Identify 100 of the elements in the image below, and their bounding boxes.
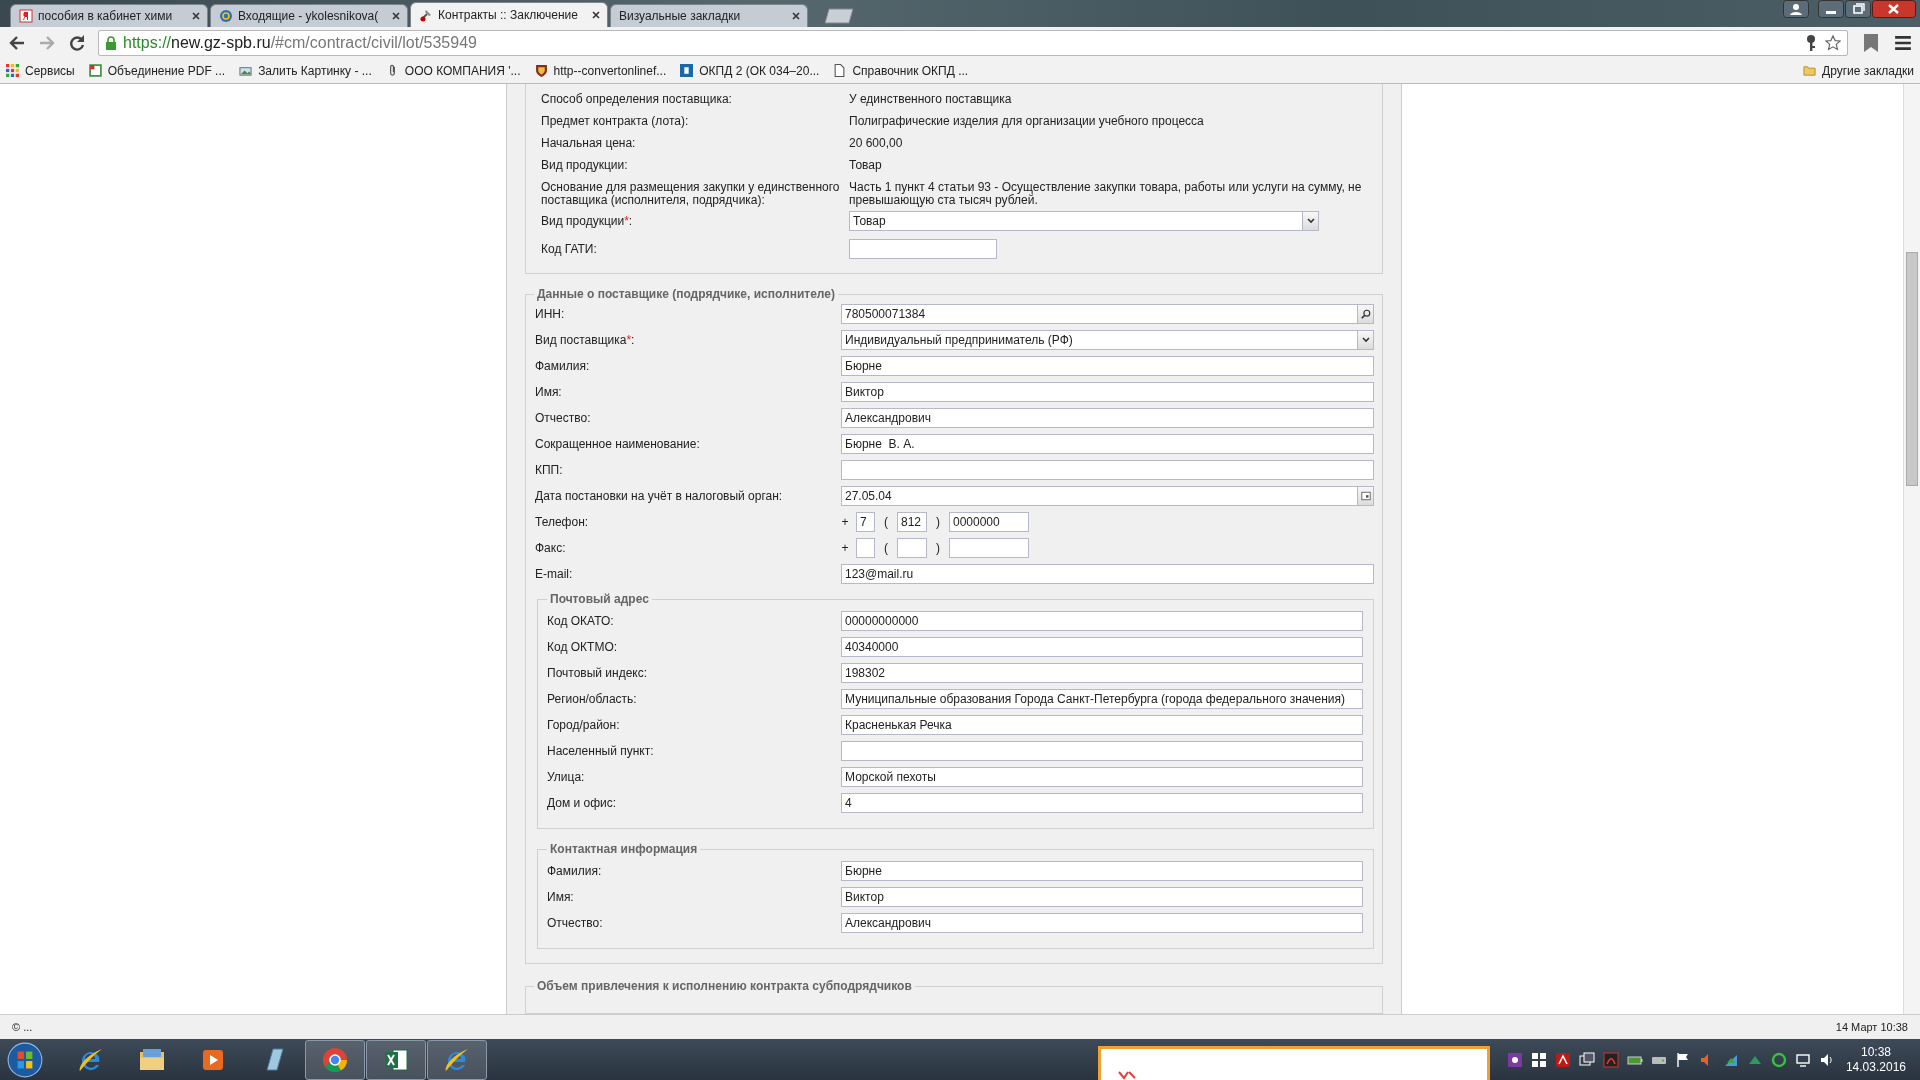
input-field[interactable]: Виктор	[841, 382, 1374, 402]
tile-icon	[680, 64, 694, 77]
input-field[interactable]: 780500071384	[841, 304, 1358, 324]
close-icon[interactable]	[191, 11, 201, 21]
date-field[interactable]: 27.05.04	[841, 486, 1358, 506]
section-title: Объем привлечения к исполнению контракта субподрядчиков	[536, 979, 913, 993]
field-label: Отчество:	[547, 916, 604, 930]
flag-icon[interactable]	[1674, 1051, 1691, 1068]
bookmark-icon[interactable]	[1862, 32, 1880, 53]
windows-icon[interactable]	[1578, 1051, 1595, 1068]
field-label: Дата постановки на учёт в налоговый орган:	[534, 489, 784, 503]
field-label: Фамилия:	[534, 359, 591, 373]
taskbar-button[interactable]	[427, 1039, 487, 1080]
field-label: Населенный пункт:	[547, 744, 655, 758]
windows-logo-icon[interactable]	[1530, 1051, 1547, 1068]
star-icon[interactable]	[1825, 33, 1841, 52]
dropdown-field[interactable]: Товар	[849, 211, 1303, 231]
close-icon[interactable]	[791, 11, 801, 21]
field-label: Регион/область:	[547, 692, 638, 706]
input-field[interactable]: 123@mail.ru	[841, 564, 1374, 584]
close-icon[interactable]	[1872, 0, 1916, 18]
scrollbar[interactable]	[1903, 84, 1920, 1014]
bookmark-link[interactable]: ООО КОМПАНИЯ '...	[385, 63, 521, 78]
status-text: © ...	[12, 1021, 33, 1033]
field-label: Предмет контракта (лота):	[541, 113, 690, 128]
bookmark-link[interactable]: Сервисы	[6, 63, 75, 78]
bookmark-link[interactable]: ОКПД 2 (ОК 034–20...	[680, 63, 820, 78]
browser-tab[interactable]: пособия в кабинет хими	[10, 4, 208, 27]
close-icon[interactable]	[591, 10, 601, 20]
field-label: Имя:	[534, 385, 563, 399]
dropdown-field[interactable]: Индивидуальный предприниматель (РФ)	[841, 330, 1358, 350]
input-field[interactable]: Бюрне	[841, 356, 1374, 376]
dropdown-caret-icon[interactable]	[1303, 211, 1319, 231]
clock-date: 14.03.2016	[1845, 1059, 1906, 1075]
field-label: Телефон:	[534, 515, 590, 529]
section-title: Почтовый адрес	[549, 592, 650, 606]
field-label: Код ОКТМО:	[547, 640, 619, 654]
browser-tab[interactable]: Входящие - ykolesnikova(	[210, 4, 408, 27]
input-field[interactable]: Бюрне В. А.	[841, 434, 1374, 454]
input-field[interactable]: Виктор	[841, 887, 1363, 907]
section-title: Данные о поставщике (подрядчике, исполнителе)	[536, 287, 836, 301]
bookmark-link[interactable]: Справочник ОКПД ...	[833, 63, 969, 78]
monitor-icon[interactable]	[1794, 1051, 1811, 1068]
field-label: Фамилия:	[547, 864, 603, 878]
field-value: Часть 1 пункт 4 статьи 93 - Осуществление закупки товара, работы или услуги на сумму, не превышающую ста тысяч рублей.	[849, 179, 1363, 207]
bookmark-folder[interactable]: Другие закладки	[1803, 63, 1914, 78]
taskbar-button[interactable]	[366, 1039, 426, 1080]
browser-tab[interactable]: Контракты :: Заключение	[410, 2, 608, 27]
field-label: КПП:	[534, 463, 564, 477]
sync-icon[interactable]	[1770, 1051, 1787, 1068]
new-tab-icon[interactable]	[824, 8, 854, 24]
field-label: Вид продукции*:	[541, 214, 634, 228]
restore-icon[interactable]	[1845, 0, 1871, 18]
document-icon	[88, 64, 102, 77]
search-icon[interactable]	[1358, 304, 1374, 324]
plus-sign: +	[841, 515, 849, 529]
scrollbar-thumb[interactable]	[1906, 252, 1918, 486]
back-icon[interactable]	[8, 33, 26, 52]
input-field[interactable]: Александрович	[841, 408, 1374, 428]
close-icon[interactable]	[391, 11, 401, 21]
minimize-icon[interactable]	[1818, 0, 1844, 18]
input-field[interactable]: Муниципальные образования Города Санкт-Петербурга (города федерального значения)	[841, 689, 1363, 709]
phone-number-field[interactable]: 0000000	[949, 512, 1029, 532]
dropdown-caret-icon[interactable]	[1358, 330, 1374, 350]
reload-icon[interactable]	[68, 33, 86, 52]
area-code-field[interactable]: 812	[897, 512, 927, 532]
input-field[interactable]	[841, 460, 1374, 480]
bookmark-link[interactable]: http--convertonlinef...	[534, 63, 667, 78]
bookmark-link[interactable]: Объединение PDF ...	[88, 63, 226, 78]
browser-tab[interactable]: Визуальные закладки	[610, 4, 808, 27]
input-field[interactable]: Красненькая Речка	[841, 715, 1363, 735]
input-field[interactable]: 40340000	[841, 637, 1363, 657]
country-code-field[interactable]	[856, 538, 875, 558]
clock[interactable]: 10:38 14.03.2016	[1845, 1044, 1906, 1075]
field-value: Полиграфические изделия для организации учебного процесса	[849, 113, 1205, 128]
input-field[interactable]: 198302	[841, 663, 1363, 683]
input-field[interactable]	[841, 741, 1363, 761]
field-label: E-mail:	[534, 567, 574, 581]
input-field[interactable]: 00000000000	[841, 611, 1363, 631]
tray-app-icon[interactable]	[1554, 1051, 1571, 1068]
input-field[interactable]: Морской пехоты	[841, 767, 1363, 787]
area-code-field[interactable]	[897, 538, 927, 558]
tray-app-icon[interactable]	[1506, 1051, 1523, 1068]
taskbar-button[interactable]	[305, 1039, 365, 1080]
pdf-icon[interactable]	[1602, 1051, 1619, 1068]
status-datetime: 14 Март 10:38	[1835, 1021, 1908, 1033]
input-field[interactable]: Бюрне	[841, 861, 1363, 881]
bracket: )	[935, 515, 941, 529]
user-icon[interactable]	[1783, 0, 1809, 18]
address-bar[interactable]: https://new.gz-spb.ru/#cm/contract/civil/lot/535949	[98, 29, 1848, 56]
input-field[interactable]	[849, 239, 997, 259]
shield-icon	[534, 64, 548, 77]
start-button-icon[interactable]	[6, 1040, 44, 1079]
country-code-field[interactable]: 7	[856, 512, 875, 532]
bookmark-link[interactable]: Залить Картинку - ...	[239, 63, 372, 78]
calendar-icon[interactable]	[1358, 486, 1374, 506]
phone-number-field[interactable]	[949, 538, 1029, 558]
input-field[interactable]: 4	[841, 793, 1363, 813]
input-field[interactable]: Александрович	[841, 913, 1363, 933]
field-label: Способ определения поставщика:	[541, 91, 733, 106]
